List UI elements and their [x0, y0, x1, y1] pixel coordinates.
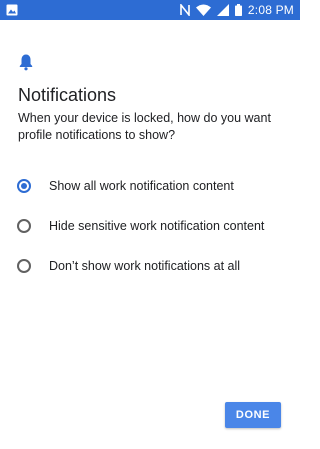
wifi-icon — [195, 4, 211, 16]
page-subtitle: When your device is locked, how do you w… — [18, 111, 271, 142]
status-icons: 2:08 PM — [180, 2, 294, 18]
radio-hide-sensitive[interactable] — [17, 219, 31, 233]
option-hide-sensitive[interactable]: Hide sensitive work notification content — [0, 206, 300, 246]
radio-show-all[interactable] — [17, 179, 31, 193]
nfc-icon — [180, 4, 190, 16]
signal-icon — [216, 4, 229, 16]
option-show-all[interactable]: Show all work notification content — [0, 166, 300, 206]
radio-dont-show[interactable] — [17, 259, 31, 273]
option-label: Hide sensitive work notification content — [49, 219, 265, 233]
page-title: Notifications — [18, 85, 117, 105]
battery-icon — [234, 4, 242, 16]
status-time: 2:08 PM — [247, 3, 294, 17]
notifications-screen: Notifications When your device is locked… — [0, 20, 300, 449]
status-bar: 2:08 PM — [0, 0, 300, 20]
option-dont-show[interactable]: Don’t show work notifications at all — [0, 246, 300, 286]
option-label: Don’t show work notifications at all — [49, 259, 241, 273]
bell-icon — [19, 54, 33, 71]
notification-options: Show all work notification content Hide … — [0, 166, 300, 286]
done-button[interactable]: DONE — [225, 402, 281, 428]
image-icon — [6, 4, 18, 16]
option-label: Show all work notification content — [49, 179, 234, 193]
